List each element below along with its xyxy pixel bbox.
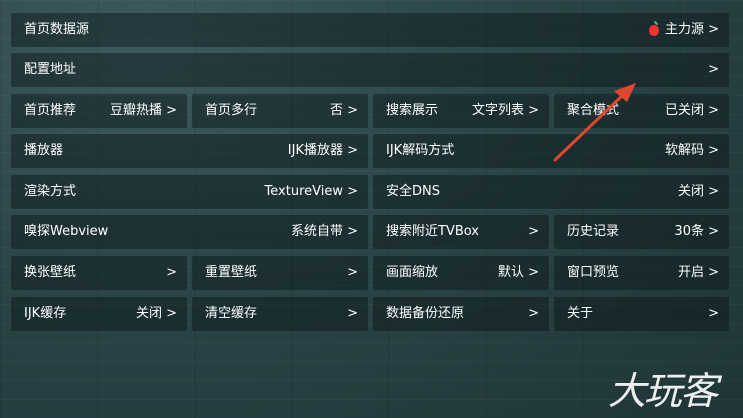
home-multirow-label: 首页多行 <box>205 103 258 118</box>
render-mode-setting[interactable]: 渲染方式 TextureView > <box>11 175 368 209</box>
player-setting[interactable]: 播放器 IJK播放器 > <box>11 134 368 168</box>
history-value: 30条 > <box>674 224 719 239</box>
backup-restore-setting[interactable]: 数据备份还原 > <box>373 297 549 331</box>
search-display-setting[interactable]: 搜索展示 文字列表 > <box>373 94 549 128</box>
aggregate-mode-setting[interactable]: 聚合模式 已关闭 > <box>554 94 729 128</box>
search-nearby-tvbox-setting[interactable]: 搜索附近TVBox > <box>373 215 549 249</box>
sniff-webview-value: 系统自带 > <box>290 224 358 239</box>
home-source-label: 首页数据源 <box>24 22 90 37</box>
settings-row-7: 换张壁纸 > 重置壁纸 > 画面缩放 默认 > 窗口预览 开启 > <box>11 256 729 290</box>
window-preview-value: 开启 > <box>677 265 719 280</box>
config-url-value: > <box>708 62 719 77</box>
screen-scale-value: 默认 > <box>497 265 539 280</box>
watermark-logo: 大玩客 <box>608 369 718 413</box>
ijk-decode-label: IJK解码方式 <box>386 143 455 158</box>
settings-row-config-url: 配置地址 > <box>11 53 729 87</box>
clear-cache-value: > <box>347 306 358 321</box>
home-recommend-value: 豆瓣热播 > <box>109 103 177 118</box>
ijk-cache-value: 关闭 > <box>135 306 177 321</box>
settings-row-4: 播放器 IJK播放器 > IJK解码方式 软解码 > <box>11 134 729 168</box>
home-source-value-group: 主力源 > <box>648 13 719 47</box>
search-display-value: 文字列表 > <box>471 103 539 118</box>
clear-cache-setting[interactable]: 清空缓存 > <box>192 297 368 331</box>
screen-scale-label: 画面缩放 <box>386 265 439 280</box>
aggregate-mode-label: 聚合模式 <box>567 103 620 118</box>
ijk-cache-label: IJK缓存 <box>24 306 67 321</box>
sniff-webview-label: 嗅探Webview <box>24 224 109 239</box>
search-nearby-tvbox-value: > <box>528 224 539 239</box>
player-value: IJK播放器 > <box>287 143 358 158</box>
render-mode-value: TextureView > <box>264 184 358 199</box>
settings-row-5: 渲染方式 TextureView > 安全DNS 关闭 > <box>11 175 729 209</box>
secure-dns-value: 关闭 > <box>677 184 719 199</box>
settings-row-8: IJK缓存 关闭 > 清空缓存 > 数据备份还原 > 关于 > <box>11 297 729 331</box>
search-nearby-tvbox-label: 搜索附近TVBox <box>386 224 479 239</box>
sniff-webview-setting[interactable]: 嗅探Webview 系统自带 > <box>11 215 368 249</box>
about-label: 关于 <box>567 306 594 321</box>
ijk-decode-setting[interactable]: IJK解码方式 软解码 > <box>373 134 729 168</box>
home-source-setting[interactable]: 首页数据源 主力源 > <box>11 13 729 47</box>
settings-row-6: 嗅探Webview 系统自带 > 搜索附近TVBox > 历史记录 30条 > <box>11 215 729 249</box>
change-wallpaper-label: 换张壁纸 <box>24 265 77 280</box>
home-recommend-setting[interactable]: 首页推荐 豆瓣热播 > <box>11 94 187 128</box>
window-preview-label: 窗口预览 <box>567 265 620 280</box>
apple-icon <box>648 20 659 36</box>
home-source-value: 主力源 > <box>664 22 719 37</box>
reset-wallpaper-setting[interactable]: 重置壁纸 > <box>192 256 368 290</box>
search-display-label: 搜索展示 <box>386 103 439 118</box>
reset-wallpaper-label: 重置壁纸 <box>205 265 258 280</box>
home-recommend-label: 首页推荐 <box>24 103 77 118</box>
secure-dns-label: 安全DNS <box>386 184 440 199</box>
backup-restore-value: > <box>528 306 539 321</box>
backup-restore-label: 数据备份还原 <box>386 306 465 321</box>
home-multirow-value: 否 > <box>329 103 358 118</box>
history-label: 历史记录 <box>567 224 620 239</box>
change-wallpaper-value: > <box>166 265 177 280</box>
history-setting[interactable]: 历史记录 30条 > <box>554 215 729 249</box>
settings-row-3: 首页推荐 豆瓣热播 > 首页多行 否 > 搜索展示 文字列表 > 聚合模式 已关… <box>11 94 729 128</box>
about-setting[interactable]: 关于 > <box>554 297 729 331</box>
ijk-cache-setting[interactable]: IJK缓存 关闭 > <box>11 297 187 331</box>
settings-row-home-source: 首页数据源 主力源 > <box>11 13 729 47</box>
reset-wallpaper-value: > <box>347 265 358 280</box>
config-url-setting[interactable]: 配置地址 > <box>11 53 729 87</box>
aggregate-mode-value: 已关闭 > <box>664 103 719 118</box>
render-mode-label: 渲染方式 <box>24 184 77 199</box>
ijk-decode-value: 软解码 > <box>664 143 719 158</box>
about-value: > <box>708 306 719 321</box>
change-wallpaper-setting[interactable]: 换张壁纸 > <box>11 256 187 290</box>
screen-scale-setting[interactable]: 画面缩放 默认 > <box>373 256 549 290</box>
secure-dns-setting[interactable]: 安全DNS 关闭 > <box>373 175 729 209</box>
clear-cache-label: 清空缓存 <box>205 306 258 321</box>
config-url-label: 配置地址 <box>24 62 77 77</box>
window-preview-setting[interactable]: 窗口预览 开启 > <box>554 256 729 290</box>
player-label: 播放器 <box>24 143 64 158</box>
home-multirow-setting[interactable]: 首页多行 否 > <box>192 94 368 128</box>
